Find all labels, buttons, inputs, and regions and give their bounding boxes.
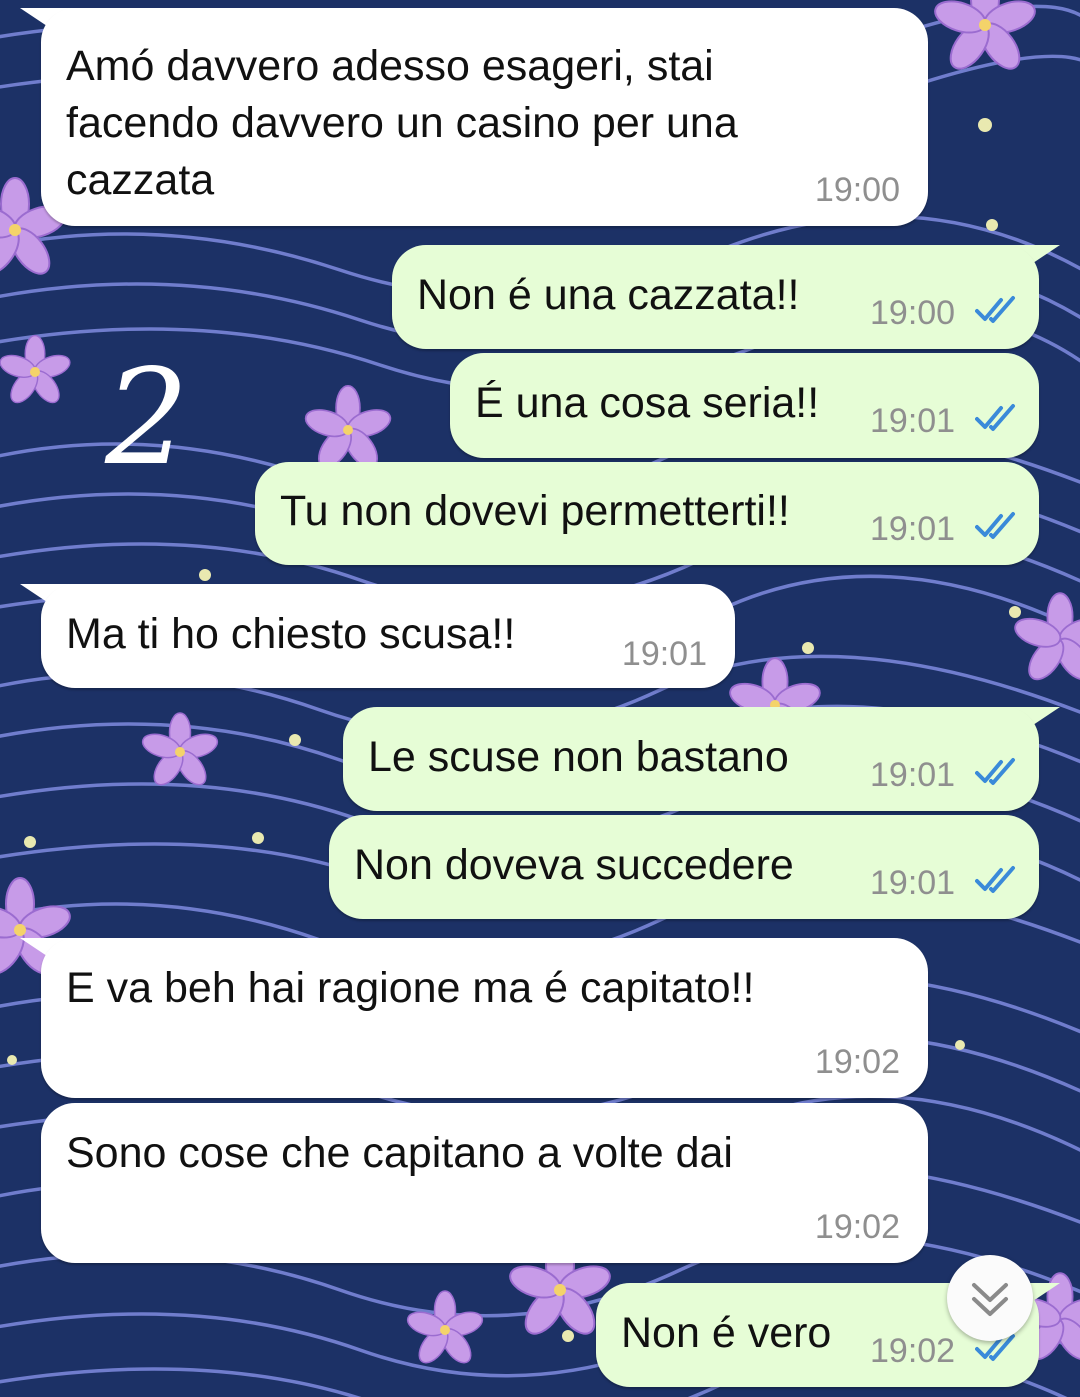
message-bubble-outgoing[interactable]: Non doveva succedere 19:01: [329, 815, 1039, 919]
message-text: Non é una cazzata!!: [417, 271, 800, 319]
message-text: Sono cose che capitano a volte dai: [66, 1129, 733, 1177]
message-time: 19:01: [870, 756, 956, 794]
message-time: 19:00: [814, 171, 900, 209]
message-text: Non doveva succedere: [354, 841, 794, 889]
message-bubble-incoming[interactable]: E va beh hai ragione ma é capitato!! 19:…: [41, 938, 928, 1098]
scroll-to-bottom-button[interactable]: [947, 1255, 1033, 1341]
message-time: 19:00: [870, 294, 956, 332]
message-time: 19:01: [870, 510, 956, 548]
message-time: 19:01: [621, 635, 707, 673]
message-text: E va beh hai ragione ma é capitato!!: [66, 964, 755, 1012]
message-text: Ma ti ho chiesto scusa!!: [66, 610, 516, 658]
message-bubble-outgoing[interactable]: Le scuse non bastano 19:01: [343, 707, 1039, 811]
read-double-check-icon: [975, 512, 1015, 539]
message-time: 19:01: [870, 402, 956, 440]
message-time: 19:01: [870, 864, 956, 902]
message-bubble-incoming[interactable]: Amó davvero adesso esageri, stai facendo…: [41, 8, 928, 226]
message-text: Amó davvero adesso esageri, stai facendo…: [66, 42, 738, 204]
message-time: 19:02: [870, 1332, 956, 1370]
message-bubble-outgoing[interactable]: Non é una cazzata!! 19:00: [392, 245, 1039, 349]
double-chevron-down-icon: [972, 1283, 1008, 1316]
read-double-check-icon: [975, 296, 1015, 323]
read-double-check-icon: [975, 758, 1015, 785]
message-time: 19:02: [814, 1208, 900, 1246]
message-bubble-incoming[interactable]: Sono cose che capitano a volte dai 19:02: [41, 1103, 928, 1263]
message-bubble-outgoing[interactable]: É una cosa seria!! 19:01: [450, 353, 1039, 458]
message-bubble-outgoing[interactable]: Tu non dovevi permetterti!! 19:01: [255, 462, 1039, 565]
read-double-check-icon: [975, 866, 1015, 893]
message-bubble-incoming[interactable]: Ma ti ho chiesto scusa!! 19:01: [41, 584, 735, 688]
message-text: Tu non dovevi permetterti!!: [280, 487, 790, 535]
sticker-number: 2: [105, 341, 189, 495]
message-text: É una cosa seria!!: [475, 379, 820, 427]
message-time: 19:02: [814, 1043, 900, 1081]
message-text: Le scuse non bastano: [368, 733, 789, 781]
message-text: Non é vero: [621, 1309, 832, 1357]
read-double-check-icon: [975, 404, 1015, 431]
